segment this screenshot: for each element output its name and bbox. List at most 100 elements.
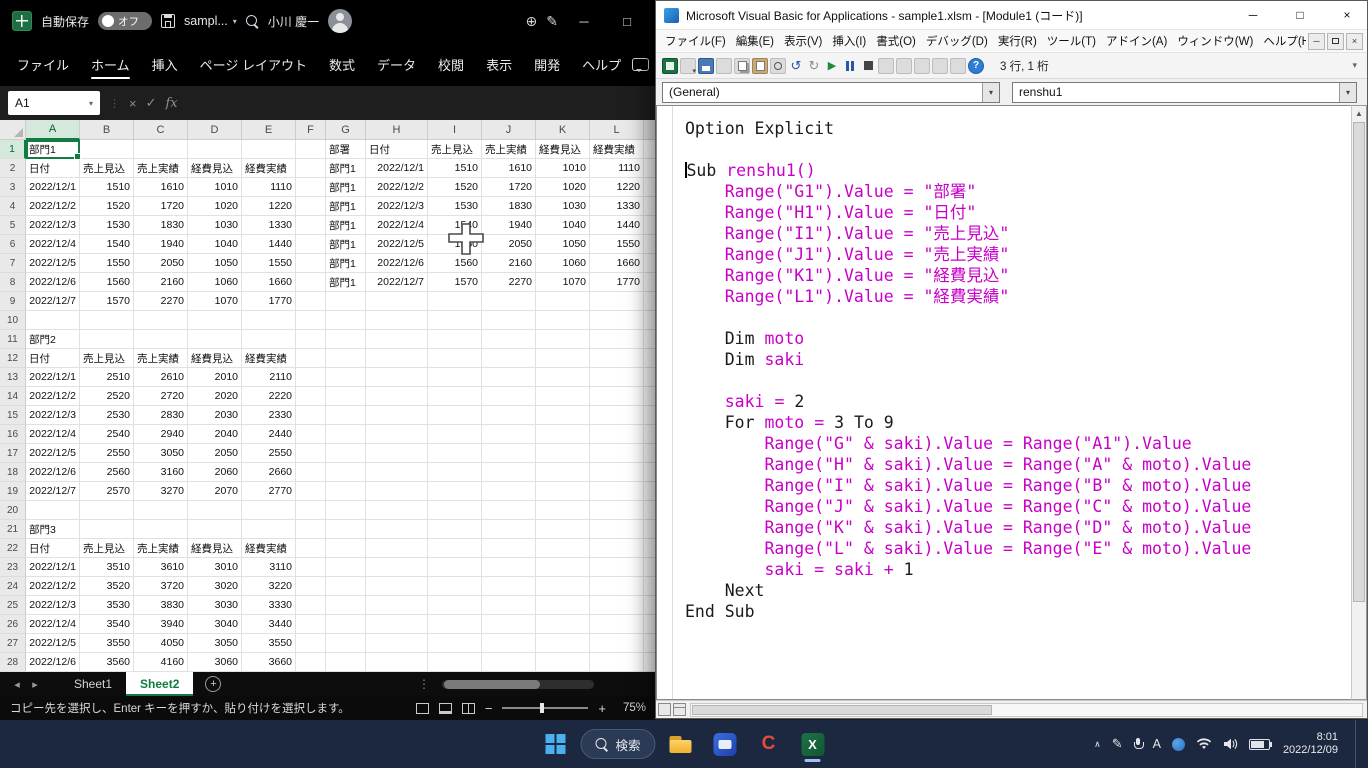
file-explorer-icon[interactable]	[662, 724, 700, 764]
cell-J21[interactable]	[482, 520, 536, 539]
cell-G2[interactable]: 部門1	[326, 159, 366, 178]
excel-app-icon[interactable]	[12, 11, 32, 31]
cell-G28[interactable]	[326, 653, 366, 672]
sheet-horizontal-scrollbar[interactable]	[442, 680, 594, 689]
run-icon[interactable]	[824, 58, 840, 74]
cell-C28[interactable]: 4160	[134, 653, 188, 672]
mdi-close-button[interactable]: ×	[1346, 33, 1363, 50]
cell-D23[interactable]: 3010	[188, 558, 242, 577]
cell-F7[interactable]	[296, 254, 326, 273]
procedure-view-button[interactable]	[658, 703, 671, 716]
code-line-19[interactable]: Range("J" & saki).Value = Range("C" & mo…	[685, 496, 1347, 517]
row-header-14[interactable]: 14	[0, 387, 26, 406]
cell-I26[interactable]	[428, 615, 482, 634]
cell-C9[interactable]: 2270	[134, 292, 188, 311]
cell-A18[interactable]: 2022/12/6	[26, 463, 80, 482]
cell-L10[interactable]	[590, 311, 644, 330]
menu-ウィンドウ(W)[interactable]: ウィンドウ(W)	[1172, 33, 1258, 49]
cell-L3[interactable]: 1220	[590, 178, 644, 197]
cell-K3[interactable]: 1020	[536, 178, 590, 197]
cell-K23[interactable]	[536, 558, 590, 577]
column-header-I[interactable]: I	[428, 120, 482, 140]
cell-K22[interactable]	[536, 539, 590, 558]
design-mode-icon[interactable]	[878, 58, 894, 74]
cell-A1[interactable]: 部門1	[26, 140, 80, 159]
column-header-H[interactable]: H	[366, 120, 428, 140]
column-header-G[interactable]: G	[326, 120, 366, 140]
cell-C16[interactable]: 2940	[134, 425, 188, 444]
minimize-button[interactable]: ─	[1233, 1, 1273, 29]
cell-H20[interactable]	[366, 501, 428, 520]
cell-F10[interactable]	[296, 311, 326, 330]
cell-B8[interactable]: 1560	[80, 273, 134, 292]
app-c-icon[interactable]: C	[750, 724, 788, 764]
cell-K9[interactable]	[536, 292, 590, 311]
cell-A8[interactable]: 2022/12/6	[26, 273, 80, 292]
cell-B3[interactable]: 1510	[80, 178, 134, 197]
app-blue-icon[interactable]	[706, 724, 744, 764]
scrollbar-thumb[interactable]	[692, 705, 992, 715]
menu-ファイル(F)[interactable]: ファイル(F)	[660, 33, 731, 49]
cell-H19[interactable]	[366, 482, 428, 501]
cell-D11[interactable]	[188, 330, 242, 349]
code-line-20[interactable]: Range("K" & saki).Value = Range("D" & mo…	[685, 517, 1347, 538]
cell-E4[interactable]: 1220	[242, 197, 296, 216]
cell-G25[interactable]	[326, 596, 366, 615]
cell-G19[interactable]	[326, 482, 366, 501]
cell-B21[interactable]	[80, 520, 134, 539]
cell-C25[interactable]: 3830	[134, 596, 188, 615]
cell-H1[interactable]: 日付	[366, 140, 428, 159]
cell-C12[interactable]: 売上実績	[134, 349, 188, 368]
cell-L22[interactable]	[590, 539, 644, 558]
cell-E26[interactable]: 3440	[242, 615, 296, 634]
row-header-15[interactable]: 15	[0, 406, 26, 425]
cell-L7[interactable]: 1660	[590, 254, 644, 273]
cell-E10[interactable]	[242, 311, 296, 330]
cell-C8[interactable]: 2160	[134, 273, 188, 292]
cell-C18[interactable]: 3160	[134, 463, 188, 482]
row-header-10[interactable]: 10	[0, 311, 26, 330]
cell-D14[interactable]: 2020	[188, 387, 242, 406]
cell-C26[interactable]: 3940	[134, 615, 188, 634]
cell-E14[interactable]: 2220	[242, 387, 296, 406]
cell-D22[interactable]: 経費見込	[188, 539, 242, 558]
cell-C20[interactable]	[134, 501, 188, 520]
cell-K26[interactable]	[536, 615, 590, 634]
cell-K2[interactable]: 1010	[536, 159, 590, 178]
cell-C19[interactable]: 3270	[134, 482, 188, 501]
cell-J9[interactable]	[482, 292, 536, 311]
full-module-view-button[interactable]	[673, 703, 686, 716]
cell-D1[interactable]	[188, 140, 242, 159]
taskbar-search[interactable]: 検索	[580, 729, 655, 759]
row-header-22[interactable]: 22	[0, 539, 26, 558]
toolbar-overflow-icon[interactable]: ▾	[1352, 60, 1361, 71]
cell-L26[interactable]	[590, 615, 644, 634]
cell-C15[interactable]: 2830	[134, 406, 188, 425]
cell-G13[interactable]	[326, 368, 366, 387]
cell-E17[interactable]: 2550	[242, 444, 296, 463]
tray-app-icon[interactable]	[1172, 738, 1185, 751]
scrollbar-thumb[interactable]	[1353, 122, 1365, 602]
cell-B14[interactable]: 2520	[80, 387, 134, 406]
cell-H8[interactable]: 2022/12/7	[366, 273, 428, 292]
cell-K19[interactable]	[536, 482, 590, 501]
code-line-1[interactable]: Option Explicit	[685, 118, 1347, 139]
cell-B24[interactable]: 3520	[80, 577, 134, 596]
row-header-26[interactable]: 26	[0, 615, 26, 634]
menu-ヘルプ(H)[interactable]: ヘルプ(H)	[1258, 33, 1306, 49]
cell-L8[interactable]: 1770	[590, 273, 644, 292]
cell-D15[interactable]: 2030	[188, 406, 242, 425]
cell-C23[interactable]: 3610	[134, 558, 188, 577]
ribbon-tab-ホーム[interactable]: ホーム	[80, 42, 141, 86]
cell-D10[interactable]	[188, 311, 242, 330]
cell-E18[interactable]: 2660	[242, 463, 296, 482]
code-line-8[interactable]: Range("K1").Value = "経費見込"	[685, 265, 1347, 286]
cell-L17[interactable]	[590, 444, 644, 463]
cell-G15[interactable]	[326, 406, 366, 425]
code-line-6[interactable]: Range("I1").Value = "売上見込"	[685, 223, 1347, 244]
code-editor[interactable]: Option Explicit Sub renshu1() Range("G1"…	[656, 105, 1351, 700]
paste-icon[interactable]	[752, 58, 768, 74]
cell-G8[interactable]: 部門1	[326, 273, 366, 292]
cut-icon[interactable]	[716, 58, 732, 74]
cell-C7[interactable]: 2050	[134, 254, 188, 273]
